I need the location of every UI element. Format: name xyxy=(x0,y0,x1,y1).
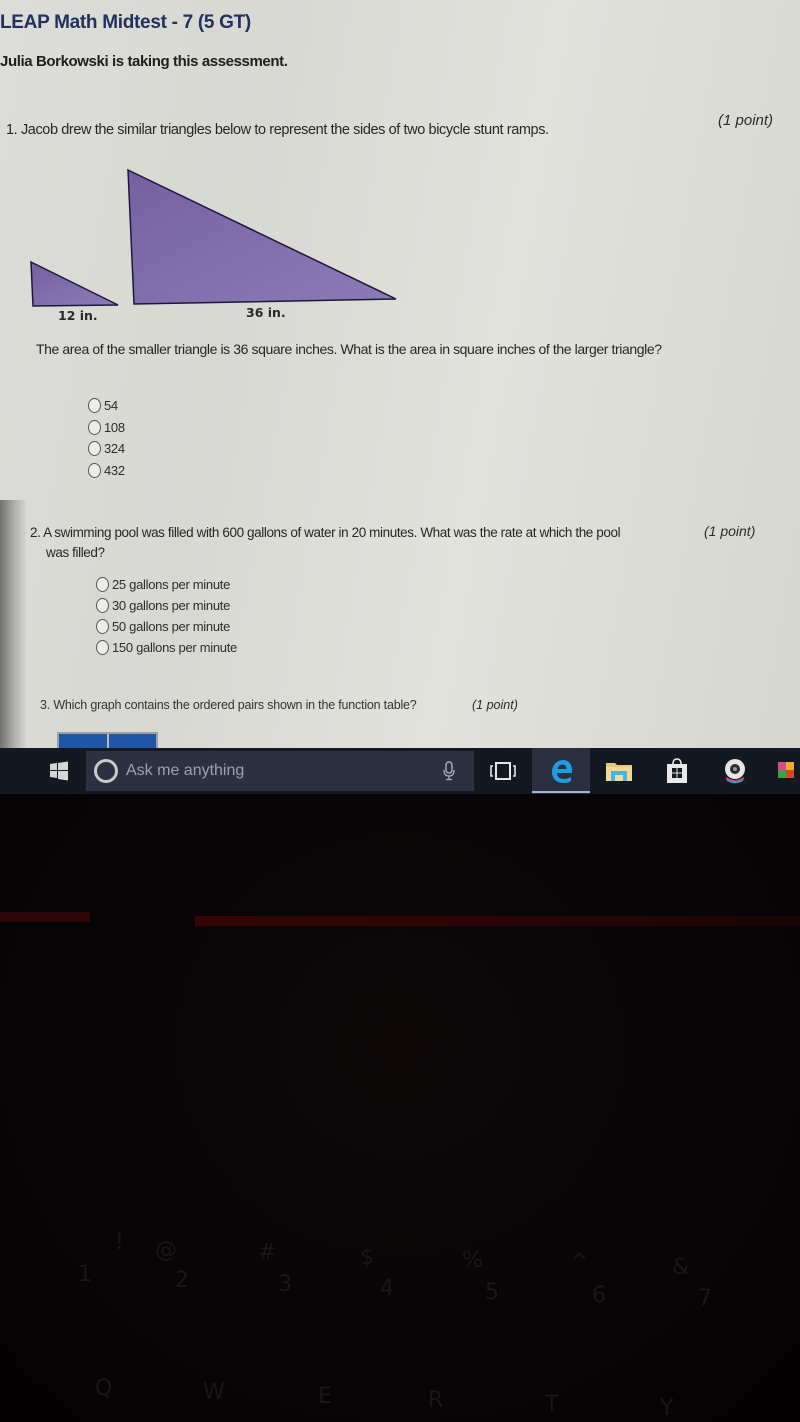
question-2-points: (1 point) xyxy=(704,523,756,539)
q1-option-108[interactable]: 108 xyxy=(88,417,125,439)
keyboard-backlight-strip xyxy=(195,916,800,926)
taskbar: Ask me anything xyxy=(0,748,800,794)
radio-button[interactable] xyxy=(96,640,109,655)
key-number: 7 xyxy=(698,1286,712,1311)
key-letter: R xyxy=(428,1388,444,1413)
cortana-icon xyxy=(94,759,118,783)
webcam-app-icon xyxy=(725,759,745,784)
key-letter: E xyxy=(318,1384,332,1409)
question-3-text: Which graph contains the ordered pairs s… xyxy=(53,698,417,712)
key-number: 6 xyxy=(592,1283,606,1308)
key-symbol: ! xyxy=(115,1230,124,1255)
key-symbol: % xyxy=(462,1248,483,1273)
app-button[interactable] xyxy=(764,748,794,794)
option-label: 54 xyxy=(104,398,118,414)
cortana-search-box[interactable]: Ask me anything xyxy=(86,751,474,791)
key-letter: T xyxy=(545,1392,559,1417)
key-number: 2 xyxy=(175,1268,189,1293)
q2-option-30[interactable]: 30 gallons per minute xyxy=(96,595,237,616)
screen-bezel-shadow xyxy=(0,500,26,750)
key-symbol: $ xyxy=(360,1245,374,1270)
file-explorer-icon xyxy=(606,763,632,781)
question-1-prompt: The area of the smaller triangle is 36 s… xyxy=(36,341,662,357)
q2-option-25[interactable]: 25 gallons per minute xyxy=(96,574,237,595)
question-2-number: 2. xyxy=(30,525,41,540)
large-triangle-label: 36 in. xyxy=(246,305,286,320)
app-icon xyxy=(778,762,794,778)
radio-button[interactable] xyxy=(96,598,109,613)
laptop-keyboard-area xyxy=(0,794,800,1422)
task-view-icon xyxy=(490,762,516,780)
question-1-number: 1. xyxy=(6,122,18,138)
question-3-number: 3. xyxy=(40,698,51,712)
q1-option-54[interactable]: 54 xyxy=(88,395,125,417)
question-1-stem: 1. Jacob drew the similar triangles belo… xyxy=(6,122,549,138)
option-label: 50 gallons per minute xyxy=(112,619,231,634)
radio-button[interactable] xyxy=(88,419,101,435)
browser-screen: LEAP Math Midtest - 7 (5 GT) Julia Borko… xyxy=(0,0,800,750)
radio-button[interactable] xyxy=(88,398,101,414)
edge-taskbar-button[interactable] xyxy=(532,748,590,794)
file-explorer-button[interactable] xyxy=(590,748,648,794)
store-button[interactable] xyxy=(648,748,706,794)
key-symbol: @ xyxy=(155,1238,177,1263)
question-1-points: (1 point) xyxy=(718,112,774,129)
key-number: 5 xyxy=(485,1280,499,1305)
taker-notice: Julia Borkowski is taking this assessmen… xyxy=(0,53,288,70)
large-triangle xyxy=(127,168,397,305)
key-symbol: ^ xyxy=(570,1250,589,1275)
question-3-stem: 3. Which graph contains the ordered pair… xyxy=(40,698,417,712)
question-2-text-line1: A swimming pool was filled with 600 gall… xyxy=(43,525,621,540)
option-label: 30 gallons per minute xyxy=(112,598,231,613)
key-number: 1 xyxy=(78,1262,92,1287)
key-number: 4 xyxy=(380,1276,394,1301)
option-label: 25 gallons per minute xyxy=(112,577,231,592)
search-placeholder: Ask me anything xyxy=(126,762,245,779)
radio-button[interactable] xyxy=(88,462,101,478)
question-2-stem: 2. A swimming pool was filled with 600 g… xyxy=(30,523,700,563)
radio-button[interactable] xyxy=(96,619,109,634)
question-2-options: 25 gallons per minute 30 gallons per min… xyxy=(96,574,237,658)
store-icon xyxy=(667,758,687,783)
question-1-text: Jacob drew the similar triangles below t… xyxy=(20,122,549,138)
option-label: 324 xyxy=(104,441,125,457)
start-button[interactable] xyxy=(36,748,82,794)
key-letter: W xyxy=(203,1380,225,1405)
windows-start-icon xyxy=(50,761,68,781)
assessment-title: LEAP Math Midtest - 7 (5 GT) xyxy=(0,12,251,33)
q1-option-324[interactable]: 324 xyxy=(88,438,125,460)
small-triangle-label: 12 in. xyxy=(58,308,98,323)
key-letter: Y xyxy=(660,1396,674,1421)
edge-icon xyxy=(552,760,572,783)
question-3-points: (1 point) xyxy=(472,698,518,712)
key-letter: Q xyxy=(95,1376,113,1401)
keyboard-backlight-strip-left xyxy=(0,912,90,922)
option-label: 432 xyxy=(104,462,125,478)
key-number: 3 xyxy=(278,1272,292,1297)
radio-button[interactable] xyxy=(88,441,101,457)
triangles-svg xyxy=(30,168,397,307)
q2-option-50[interactable]: 50 gallons per minute xyxy=(96,616,237,637)
question-1-options: 54 108 324 432 xyxy=(88,395,125,481)
microphone-icon[interactable] xyxy=(442,761,456,781)
webcam-app-button[interactable] xyxy=(706,748,764,794)
key-symbol: # xyxy=(258,1240,277,1265)
q2-option-150[interactable]: 150 gallons per minute xyxy=(96,637,237,658)
question-2-text-line2: was filled? xyxy=(46,545,105,560)
q1-option-432[interactable]: 432 xyxy=(88,460,125,482)
option-label: 150 gallons per minute xyxy=(112,640,237,655)
option-label: 108 xyxy=(104,419,125,435)
task-view-button[interactable] xyxy=(474,748,532,794)
key-symbol: & xyxy=(672,1255,690,1280)
radio-button[interactable] xyxy=(96,577,109,592)
small-triangle xyxy=(30,260,119,307)
similar-triangles-figure: 12 in. 36 in. xyxy=(0,160,420,330)
